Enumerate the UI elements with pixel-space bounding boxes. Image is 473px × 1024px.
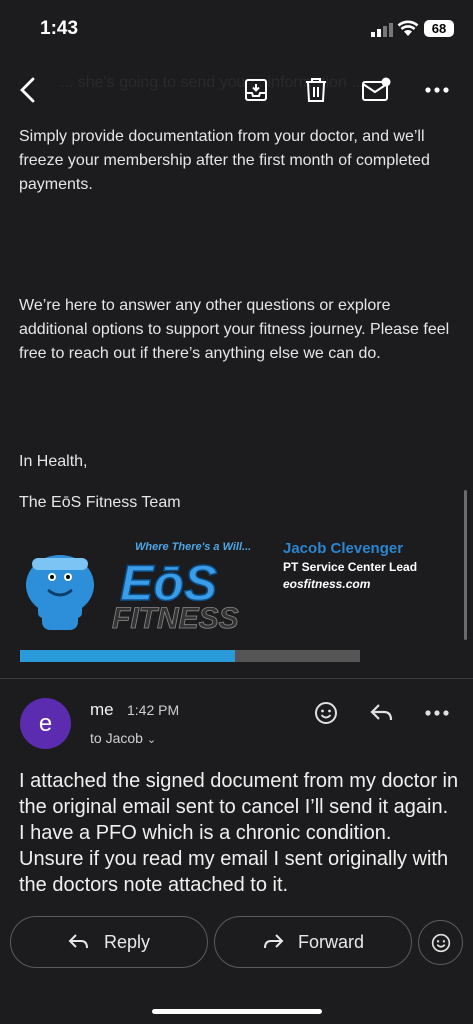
mail-unread-icon [362,77,391,101]
reply-arrow-icon [68,934,88,949]
more-dots-icon [425,710,449,716]
smiley-icon [315,702,337,724]
wifi-icon [397,20,419,36]
scrollbar[interactable] [464,490,467,640]
status-time: 1:43 [40,18,79,39]
message-more-button[interactable] [421,697,453,729]
battery-indicator: 68 [424,20,454,37]
email-toolbar [0,62,473,118]
message-divider [0,678,473,679]
email-paragraph-freeze: Simply provide documentation from your d… [19,128,430,193]
signature-logo-bottom: FITNESS [112,602,239,635]
chevron-down-icon: ⌄ [146,734,157,746]
forward-button[interactable]: Forward [214,916,412,968]
status-bar: 1:43 68 [0,0,473,58]
recipients-toggle[interactable]: to Jacob ⌄ [90,730,156,746]
forward-arrow-icon [263,934,284,949]
reply-button[interactable]: Reply [10,916,208,968]
archive-icon [245,79,267,101]
sender-avatar[interactable]: e [20,698,71,749]
email-paragraph-questions: We’re here to answer any other questions… [19,297,450,362]
email-closing: In Health, [19,453,88,470]
trash-icon [306,78,326,102]
home-indicator[interactable] [152,1009,322,1014]
signature-title: PT Service Center Lead [283,560,418,574]
more-options-button[interactable] [421,74,453,106]
reply-icon-button[interactable] [366,697,398,729]
sender-name: me [90,700,114,719]
signature-website-link[interactable]: eosfitness.com [283,577,370,591]
reply-button-label: Reply [103,931,151,952]
archive-button[interactable] [240,74,272,106]
signature-tagline: Where There's a Will... [135,541,251,553]
back-arrow-icon [20,77,35,103]
delete-button[interactable] [300,74,332,106]
recipients-label: to Jacob [90,730,143,746]
forward-button-label: Forward [297,931,364,952]
mark-unread-button[interactable] [360,74,392,106]
more-dots-icon [425,87,449,93]
reply-message-body: I attached the signed document from my d… [19,770,459,896]
email-team-name: The EōS Fitness Team [19,494,181,511]
cellular-signal-icon [371,23,393,37]
back-button[interactable] [12,74,44,106]
emoji-reaction-button[interactable] [418,920,463,965]
message-time: 1:42 PM [127,702,180,718]
reply-arrow-icon [370,704,393,721]
signature-name: Jacob Clevenger [283,540,404,557]
smiley-icon [431,933,450,952]
react-emoji-button[interactable] [310,697,342,729]
